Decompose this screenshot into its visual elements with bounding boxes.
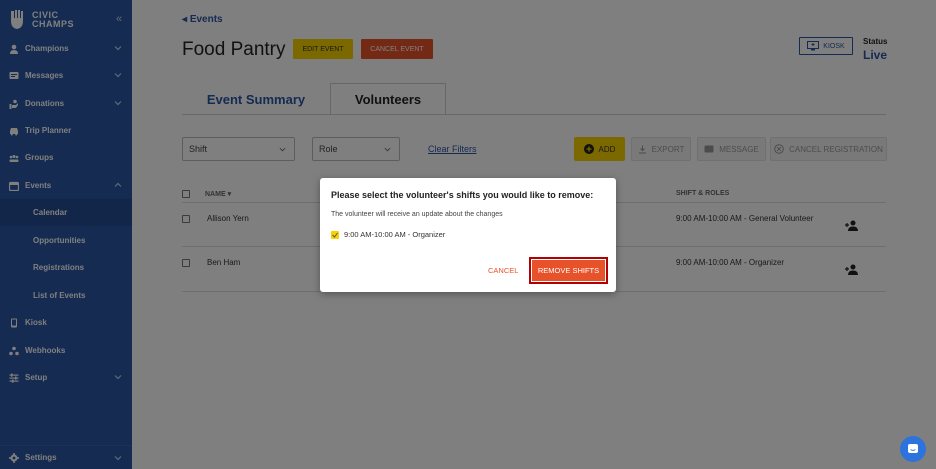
shift-option-label: 9:00 AM-10:00 AM - Organizer — [344, 230, 446, 239]
chat-icon — [908, 444, 918, 453]
remove-shifts-dialog: Please select the volunteer's shifts you… — [320, 178, 616, 292]
checkbox-checked-icon — [331, 230, 339, 239]
shift-option-checkbox[interactable]: 9:00 AM-10:00 AM - Organizer — [331, 230, 445, 239]
remove-shifts-label: REMOVE SHIFTS — [532, 260, 605, 281]
dialog-description: The volunteer will receive an update abo… — [331, 211, 503, 218]
remove-shifts-button[interactable]: REMOVE SHIFTS — [529, 257, 608, 284]
dialog-cancel-button[interactable]: CANCEL — [488, 266, 518, 275]
chat-button[interactable] — [900, 436, 926, 462]
dialog-title: Please select the volunteer's shifts you… — [331, 190, 594, 200]
